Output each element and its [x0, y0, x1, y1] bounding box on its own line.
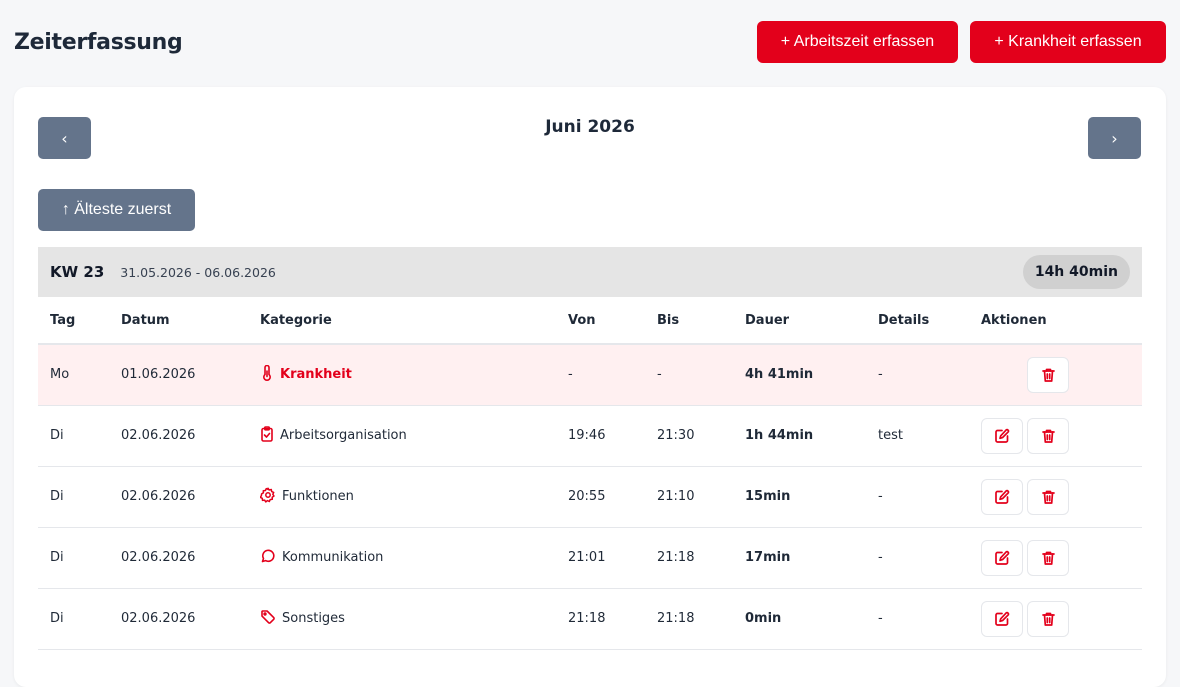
add-work-time-button[interactable]: + Arbeitszeit erfassen	[757, 21, 958, 63]
cell-kategorie: Funktionen	[259, 466, 568, 528]
category-label: Arbeitsorganisation	[280, 428, 407, 443]
edit-button[interactable]	[981, 539, 1023, 576]
gear-icon	[259, 486, 276, 507]
column-header-kategorie: Kategorie	[260, 297, 568, 345]
delete-button[interactable]	[1027, 600, 1069, 637]
cell-von: 19:46	[568, 405, 657, 467]
edit-icon	[995, 611, 1010, 626]
table-row: Di 02.06.2026 Sonstiges 21:18 21:18 0min…	[38, 588, 1142, 650]
edit-button[interactable]	[981, 417, 1023, 454]
delete-button[interactable]	[1027, 356, 1069, 393]
cell-bis: 21:30	[657, 405, 745, 467]
tag-icon	[260, 609, 276, 629]
cell-bis: -	[657, 344, 745, 406]
week-header: KW 23 31.05.2026 - 06.06.2026 14h 40min	[38, 247, 1142, 297]
edit-icon	[995, 550, 1010, 565]
edit-button[interactable]	[981, 478, 1023, 515]
cell-von: 21:18	[568, 588, 657, 650]
next-month-button[interactable]: ›	[1088, 117, 1141, 159]
month-title: Juni 2026	[545, 117, 635, 137]
cell-aktionen	[981, 466, 1142, 528]
trash-icon	[1041, 612, 1055, 626]
time-entries-table: Tag Datum Kategorie Von Bis Dauer Detail…	[38, 297, 1142, 650]
cell-tag: Di	[38, 588, 121, 650]
cell-aktionen	[981, 344, 1142, 406]
table-row: Mo 01.06.2026 Krankheit - - 4h 41min -	[38, 344, 1142, 406]
cell-von: -	[568, 344, 657, 406]
cell-datum: 02.06.2026	[121, 588, 260, 650]
column-header-details: Details	[878, 297, 981, 345]
category-label: Kommunikation	[282, 550, 384, 565]
category-label: Funktionen	[282, 489, 354, 504]
chat-bubble-icon	[260, 548, 276, 568]
cell-tag: Di	[38, 527, 121, 589]
cell-aktionen	[981, 405, 1142, 467]
cell-datum: 02.06.2026	[121, 466, 260, 528]
column-header-tag: Tag	[38, 297, 121, 345]
category-label: Sonstiges	[282, 611, 345, 626]
column-header-datum: Datum	[121, 297, 260, 345]
time-tracking-card: ‹ Juni 2026 › ↑ Älteste zuerst KW 23 31.…	[14, 87, 1166, 687]
cell-dauer: 15min	[745, 466, 878, 528]
delete-button[interactable]	[1027, 478, 1069, 515]
trash-icon	[1041, 429, 1055, 443]
cell-details: -	[878, 527, 981, 589]
trash-icon	[1041, 490, 1055, 504]
edit-button[interactable]	[981, 600, 1023, 637]
week-number: KW 23	[50, 263, 105, 281]
cell-bis: 21:18	[657, 527, 745, 589]
cell-kategorie: Sonstiges	[260, 588, 568, 650]
category-label: Krankheit	[280, 367, 352, 383]
page-title: Zeiterfassung	[14, 30, 183, 55]
table-row: Di 02.06.2026 Kommunikation 21:01 21:18 …	[38, 527, 1142, 589]
cell-kategorie: Kommunikation	[260, 527, 568, 589]
delete-button[interactable]	[1027, 539, 1069, 576]
edit-icon	[995, 489, 1010, 504]
clipboard-check-icon	[260, 425, 274, 446]
cell-tag: Di	[38, 405, 121, 467]
cell-datum: 01.06.2026	[121, 344, 260, 406]
sort-order-button[interactable]: ↑ Älteste zuerst	[38, 189, 195, 231]
cell-kategorie: Krankheit	[260, 344, 568, 406]
cell-details: test	[878, 405, 981, 467]
cell-datum: 02.06.2026	[121, 405, 260, 467]
cell-dauer: 4h 41min	[745, 344, 878, 406]
table-row: Di 02.06.2026 Arbeitsorganisation 19:46 …	[38, 405, 1142, 467]
cell-dauer: 1h 44min	[745, 405, 878, 467]
table-row: Di 02.06.2026 Funktionen 20:55 21:10 15m…	[38, 466, 1142, 528]
table-header-row: Tag Datum Kategorie Von Bis Dauer Detail…	[38, 297, 1142, 345]
column-header-dauer: Dauer	[745, 297, 878, 345]
cell-tag: Di	[38, 466, 121, 528]
cell-dauer: 0min	[745, 588, 878, 650]
cell-dauer: 17min	[745, 527, 878, 589]
column-header-aktionen: Aktionen	[981, 297, 1142, 345]
cell-details: -	[878, 588, 981, 650]
week-date-range: 31.05.2026 - 06.06.2026	[120, 264, 276, 280]
cell-kategorie: Arbeitsorganisation	[260, 405, 568, 467]
cell-datum: 02.06.2026	[121, 527, 260, 589]
cell-aktionen	[981, 527, 1142, 589]
edit-icon	[995, 428, 1010, 443]
cell-bis: 21:10	[657, 466, 745, 528]
trash-icon	[1041, 368, 1055, 382]
column-header-bis: Bis	[657, 297, 745, 345]
column-header-von: Von	[568, 297, 657, 345]
cell-von: 20:55	[568, 466, 657, 528]
add-sick-leave-button[interactable]: + Krankheit erfassen	[970, 21, 1166, 63]
cell-details: -	[878, 344, 981, 406]
cell-aktionen	[981, 588, 1142, 650]
trash-icon	[1041, 551, 1055, 565]
delete-button[interactable]	[1027, 417, 1069, 454]
cell-tag: Mo	[38, 344, 121, 406]
cell-von: 21:01	[568, 527, 657, 589]
thermometer-icon	[260, 364, 274, 385]
week-total-badge: 14h 40min	[1022, 255, 1130, 289]
cell-bis: 21:18	[657, 588, 745, 650]
cell-details: -	[878, 466, 981, 528]
